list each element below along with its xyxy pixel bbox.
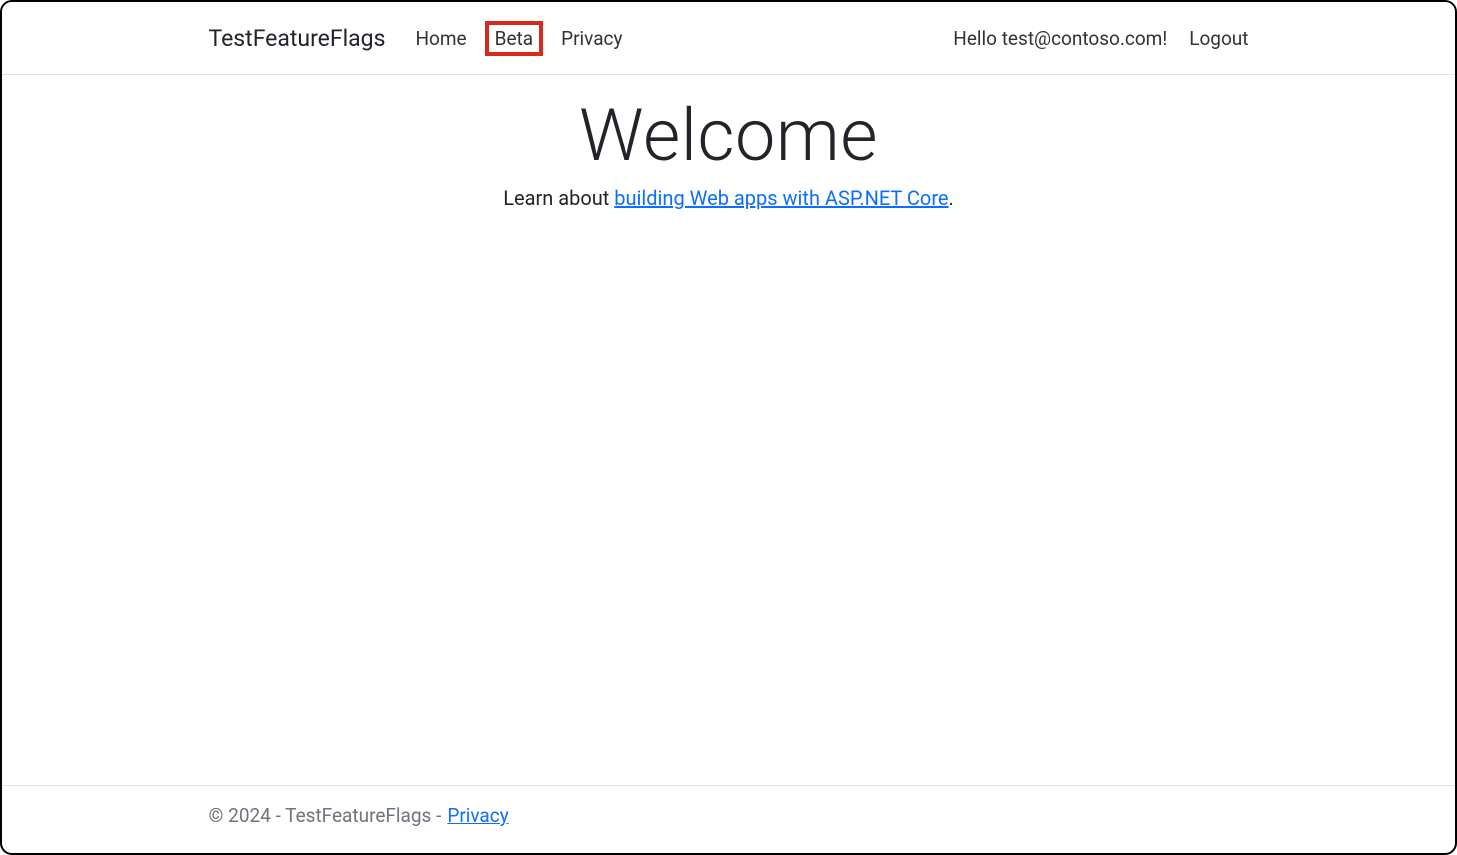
subtitle: Learn about building Web apps with ASP.N…	[2, 186, 1455, 210]
navbar-left: TestFeatureFlags Home Beta Privacy	[209, 21, 625, 56]
footer-privacy-link[interactable]: Privacy	[447, 804, 508, 827]
nav-beta[interactable]: Beta	[485, 21, 543, 56]
footer: © 2024 - TestFeatureFlags - Privacy	[2, 785, 1455, 853]
footer-copyright: © 2024 - TestFeatureFlags -	[209, 804, 442, 827]
nav-links: Home Beta Privacy	[413, 21, 624, 56]
subtitle-prefix: Learn about	[503, 186, 614, 210]
user-greeting: Hello test@contoso.com!	[953, 27, 1167, 50]
nav-privacy[interactable]: Privacy	[559, 23, 624, 54]
main-content: Welcome Learn about building Web apps wi…	[2, 75, 1455, 785]
subtitle-suffix: .	[949, 186, 954, 210]
page-title: Welcome	[2, 93, 1455, 178]
logout-link[interactable]: Logout	[1189, 27, 1248, 50]
navbar-right: Hello test@contoso.com! Logout	[953, 27, 1248, 50]
brand-link[interactable]: TestFeatureFlags	[209, 25, 386, 52]
subtitle-link[interactable]: building Web apps with ASP.NET Core	[614, 186, 948, 210]
navbar: TestFeatureFlags Home Beta Privacy Hello…	[2, 2, 1455, 75]
nav-home[interactable]: Home	[413, 23, 468, 54]
